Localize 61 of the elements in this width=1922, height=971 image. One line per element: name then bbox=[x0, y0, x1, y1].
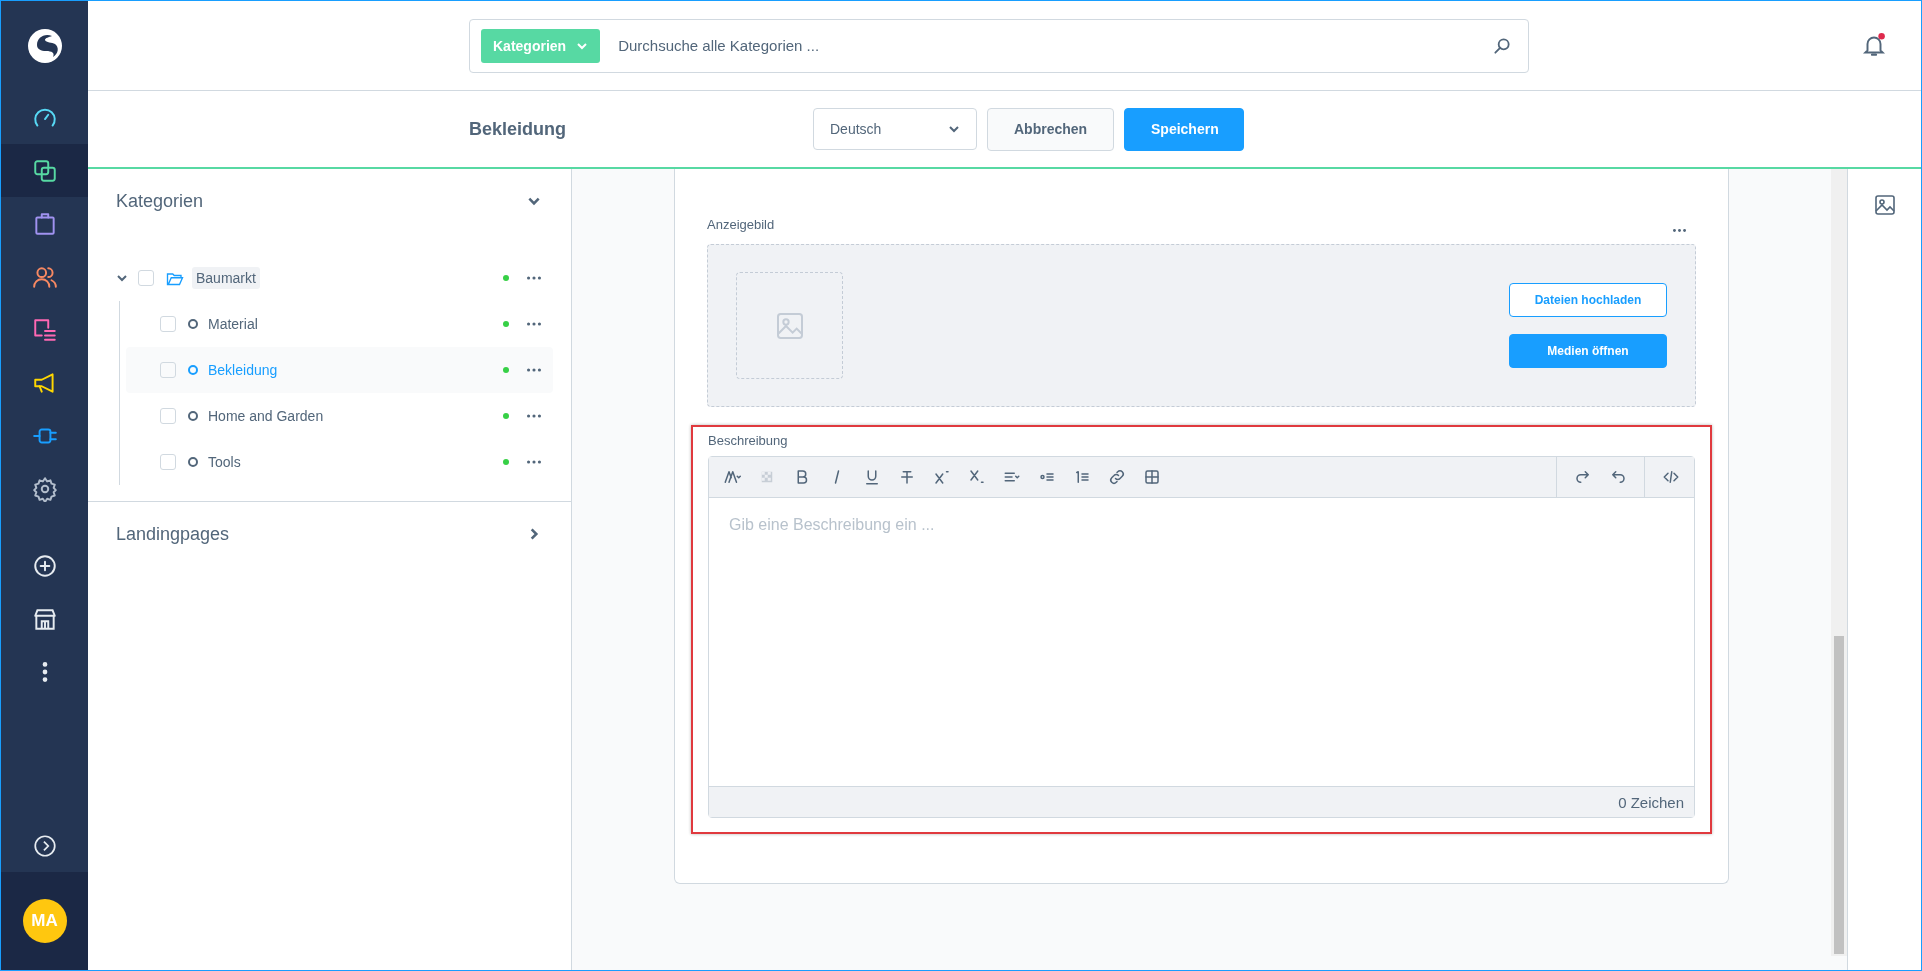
underline-icon[interactable] bbox=[863, 468, 881, 486]
category-name: Bekleidung bbox=[208, 362, 278, 378]
tree-item[interactable]: Home and Garden bbox=[126, 393, 553, 439]
circle-icon bbox=[188, 411, 198, 421]
list-icon[interactable] bbox=[31, 316, 58, 343]
circle-icon bbox=[188, 365, 198, 375]
more-icon[interactable] bbox=[527, 414, 541, 418]
image-icon[interactable] bbox=[1872, 193, 1897, 217]
field-label: Beschreibung bbox=[708, 433, 789, 448]
save-button[interactable]: Speichern bbox=[1124, 107, 1244, 151]
tree-item[interactable]: Material bbox=[126, 301, 553, 347]
language-select[interactable]: Deutsch bbox=[813, 108, 977, 150]
category-name: Material bbox=[208, 316, 258, 332]
section-title: Landingpages bbox=[116, 523, 230, 545]
category-name: Home and Garden bbox=[208, 408, 324, 424]
stacked-squares-icon[interactable] bbox=[31, 157, 58, 184]
tree-item[interactable]: Tools bbox=[126, 439, 553, 485]
checkbox[interactable] bbox=[160, 454, 176, 470]
cancel-button[interactable]: Abbrechen bbox=[987, 107, 1114, 151]
link-icon[interactable] bbox=[1108, 468, 1126, 486]
tree-item[interactable]: Baumarkt bbox=[116, 255, 571, 301]
checkbox[interactable] bbox=[138, 270, 154, 286]
strike-icon[interactable] bbox=[898, 468, 916, 486]
caret-icon[interactable] bbox=[116, 272, 128, 284]
more-icon[interactable] bbox=[1673, 229, 1686, 232]
more-icon[interactable] bbox=[527, 276, 541, 280]
bell-icon[interactable] bbox=[1861, 32, 1887, 58]
superscript-icon[interactable] bbox=[933, 468, 951, 486]
character-count: 0 Zeichen bbox=[1618, 793, 1684, 811]
code-icon[interactable] bbox=[1662, 468, 1680, 486]
circle-icon bbox=[188, 457, 198, 467]
settings-icon[interactable] bbox=[31, 475, 58, 502]
checkbox[interactable] bbox=[160, 316, 176, 332]
more-icon[interactable] bbox=[527, 460, 541, 464]
scrollbar[interactable] bbox=[1831, 169, 1847, 956]
more-icon[interactable] bbox=[527, 322, 541, 326]
add-icon[interactable] bbox=[31, 552, 58, 579]
section-header[interactable]: Landingpages bbox=[88, 502, 571, 566]
search-icon[interactable] bbox=[1492, 35, 1512, 56]
category-name: Tools bbox=[208, 454, 241, 470]
checkbox[interactable] bbox=[160, 408, 176, 424]
page-title: Bekleidung bbox=[469, 118, 567, 140]
format-icon[interactable] bbox=[723, 468, 741, 486]
category-name: Baumarkt bbox=[192, 267, 260, 289]
upload-button[interactable]: Dateien hochladen bbox=[1509, 283, 1667, 317]
subscript-icon[interactable] bbox=[968, 468, 986, 486]
section-title: Kategorien bbox=[116, 190, 204, 212]
section-header[interactable]: Kategorien bbox=[88, 169, 571, 233]
table-icon[interactable] bbox=[1143, 468, 1161, 486]
circle-icon bbox=[188, 319, 198, 329]
more-icon[interactable] bbox=[527, 368, 541, 372]
nav-item[interactable] bbox=[1, 144, 88, 197]
open-media-button[interactable]: Medien öffnen bbox=[1509, 334, 1667, 368]
expand-icon[interactable] bbox=[31, 832, 58, 859]
text-editor[interactable]: Gib eine Beschreibung ein ... 0 Zeichen bbox=[708, 456, 1695, 818]
checkbox[interactable] bbox=[160, 362, 176, 378]
upload-dropzone[interactable]: Dateien hochladen Medien öffnen bbox=[707, 244, 1696, 407]
caret-icon[interactable] bbox=[948, 123, 960, 135]
folder-icon bbox=[166, 270, 184, 286]
numbers-icon[interactable] bbox=[1073, 468, 1091, 486]
field-label: Anzeigebild bbox=[707, 217, 775, 232]
